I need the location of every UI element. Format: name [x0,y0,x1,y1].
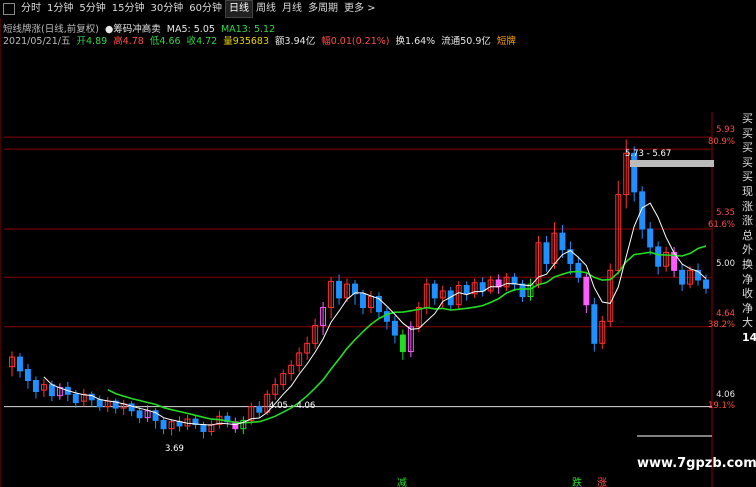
candle-body [160,419,167,430]
panel-bid1: 买一 [742,112,753,125]
candle-body [256,406,263,413]
candle-body [431,283,438,299]
price-label: 5.35 [716,208,735,218]
candle-body [32,380,39,393]
price-label: 4.06 [716,390,735,400]
candle-body [679,269,686,285]
candle-body [72,393,79,404]
panel-time: 14:5 [742,330,756,344]
candle-body [399,334,406,353]
panel-bid4: 买四 [742,155,753,169]
price-label: 5.93 [716,125,735,135]
panel-net-asset2: 净资 [742,301,753,315]
candle-body [591,304,598,344]
panel-volume: 总量 [742,228,753,242]
candle-body [511,276,518,285]
price-label: 4.64 [716,309,735,319]
bottom-mark-rise: 涨 [597,478,607,487]
ma13-line [107,245,707,424]
candle-body [703,279,709,289]
bottom-mark-fall: 跌 [572,478,582,487]
candle-body [583,276,590,306]
candle-body [48,384,55,397]
candle-body [352,283,358,295]
candle-body [543,242,550,264]
panel-price: 现价 [742,184,753,198]
bottom-mark-reduce: 减 [397,478,407,487]
panel-net-asset: 净资 [742,272,753,286]
candle-body [24,368,31,382]
low-mark-label: 3.69 [165,444,184,454]
candle-body [16,356,23,372]
candle-body [360,293,366,309]
panel-earnings: 收益 [742,287,753,301]
pct-label: 38.2% [707,320,735,330]
peak-range-bar [630,160,714,167]
candle-body [128,403,135,412]
pct-label: 61.6% [707,220,735,230]
panel-block: 大宗 [742,316,753,330]
candle-body [655,246,662,267]
watermark: www.7gpzb.com [637,456,756,471]
candle-body [96,399,103,408]
panel-outer: 外盘 [742,243,753,257]
price-label: 5.00 [716,259,735,269]
candlestick-chart[interactable] [0,0,756,487]
candle-body [176,421,183,427]
candle-body [647,228,654,248]
pct-label: 19.1% [707,401,735,411]
candle-body [336,280,343,299]
mid-range-label: 4.05 - 4.06 [269,401,316,411]
panel-bid5: 买五 [742,170,753,184]
peak-range-label: 5.73 - 5.67 [625,149,672,159]
candle-body [463,284,470,295]
candle-body [479,282,486,292]
panel-bid2: 买二 [742,126,753,140]
pct-label: 80.9% [707,137,735,147]
candle-body [639,191,646,230]
candle-body [136,410,143,419]
candle-body [383,311,390,322]
panel-turnover: 换手 [742,257,753,271]
panel-bid3: 买三 [742,141,753,155]
candle-body [575,262,582,278]
candle-body [559,232,566,251]
candle-body [519,283,526,298]
panel-change-pct: 涨幅 [742,214,753,228]
quote-side-panel: 买一 买二 买三 买四 买五 现价 涨跌 涨幅 总量 外盘 换手 净资 收益 净… [742,112,756,346]
stock-chart-window: { "toolbar": { "items": ["分时", "1分钟", "5… [0,0,756,487]
ma5-line [43,202,707,426]
panel-change: 涨跌 [742,199,753,213]
candle-body [200,424,207,432]
candle-body [391,320,398,336]
